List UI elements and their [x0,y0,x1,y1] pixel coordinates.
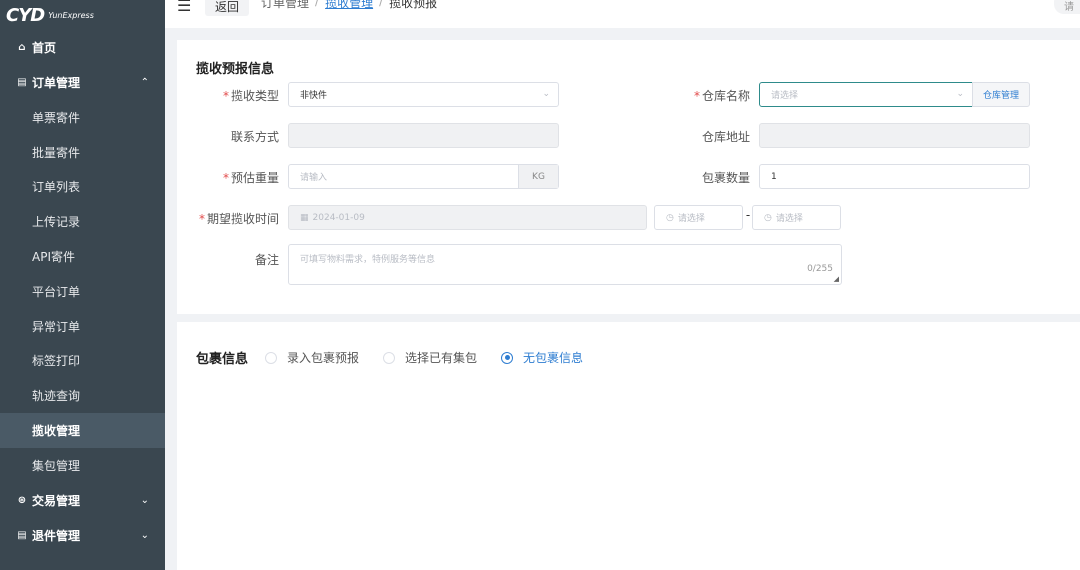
weight-input[interactable]: 请输入 KG [288,164,559,189]
menu-toggle-icon[interactable]: ☰ [177,0,197,15]
pickup-info-card: 揽收预报信息 * 揽收类型 非快件 ⌄ * 仓库名称 请选择 ⌄ 仓库管理 联系方式… [177,40,1080,314]
radio-label[interactable]: 选择已有集包 [405,349,477,366]
section-title: 包裹信息 [196,352,249,367]
chevron-up-icon: ⌃ [140,77,149,88]
sidebar-item-api-shipment[interactable]: API寄件 [0,239,165,274]
calendar-icon: ▦ [300,212,309,223]
radio-no-package[interactable] [501,351,514,364]
radio-select-existing[interactable] [383,351,396,364]
top-header: ☰ 返回 订单管理 / 揽收管理 / 揽收预报 请 [165,0,1080,28]
order-icon: ▤ [17,77,27,88]
chevron-down-icon: ⌄ [956,89,964,99]
weight-placeholder: 请输入 [300,173,328,183]
pickup-end-time[interactable]: ◷ 请选择 [752,205,841,230]
breadcrumb: 订单管理 / 揽收管理 / 揽收预报 [261,0,437,11]
nav-group-return-management[interactable]: ▤ 退件管理 ⌄ [0,518,165,553]
sidebar-item-exception-orders[interactable]: 异常订单 [0,309,165,344]
breadcrumb-link[interactable]: 揽收管理 [325,0,373,11]
warehouse-select[interactable]: 请选择 ⌄ [759,82,973,107]
radio-enter-forecast[interactable] [265,351,277,364]
sidebar-item-order-list[interactable]: 订单列表 [0,170,165,205]
nav-group-trade-management[interactable]: ⊛ 交易管理 ⌄ [0,483,165,518]
header-right-control[interactable]: 请 [1054,0,1080,14]
logo[interactable]: CYD YunExpress [0,0,165,30]
breadcrumb-current: 揽收预报 [389,0,438,10]
return-icon: ▤ [17,529,27,541]
pickup-start-time[interactable]: ◷ 请选择 [654,205,743,230]
warehouse-address-label: 仓库地址 [701,130,750,144]
pickup-date-picker[interactable]: ▦ 2024-01-09 [288,205,647,230]
pickup-type-value: 非快件 [300,91,328,101]
package-count-input[interactable]: 1 [759,164,1030,189]
remark-counter: 0/255 [807,264,833,274]
sidebar-item-label-printing[interactable]: 标签打印 [0,344,165,379]
warehouse-placeholder: 请选择 [771,91,799,101]
radio-label[interactable]: 无包裹信息 [523,349,583,366]
breadcrumb-separator: / [379,0,384,8]
warehouse-label: * 仓库名称 [693,89,750,103]
remark-placeholder: 可填写物料需求，特例服务等信息 [300,255,436,265]
sidebar: CYD YunExpress ⌂ 首页 ▤ 订单管理 ⌃ 单票寄件 批量寄件 订… [0,0,165,570]
sidebar-item-platform-orders[interactable]: 平台订单 [0,274,165,309]
resize-handle-icon[interactable]: ◢ [834,275,839,283]
home-icon: ⌂ [18,42,26,53]
nav-group-order-management[interactable]: ▤ 订单管理 ⌃ [0,65,165,100]
sidebar-item-consolidation[interactable]: 集包管理 [0,448,165,483]
breadcrumb-separator: / [315,0,320,8]
logo-text: YunExpress [48,10,94,20]
nav-group-label: 退件管理 [32,528,81,543]
back-button[interactable]: 返回 [205,0,250,16]
package-info-card: 包裹信息 录入包裹预报 选择已有集包 无包裹信息 [177,322,1080,570]
pickup-type-select[interactable]: 非快件 ⌄ [288,82,559,107]
pickup-type-label: * 揽收类型 [222,89,279,103]
chevron-down-icon: ⌄ [542,89,550,99]
pickup-time-label: * 期望揽收时间 [198,212,279,226]
nav-group-label: 订单管理 [32,76,81,90]
pickup-date-value: 2024-01-09 [312,212,365,223]
sidebar-item-batch-shipment[interactable]: 批量寄件 [0,135,165,170]
clock-icon: ◷ [666,212,674,223]
chevron-down-icon: ⌄ [140,529,149,541]
contact-field[interactable] [288,123,559,148]
package-option-group: 录入包裹预报 选择已有集包 无包裹信息 [265,349,607,366]
warehouse-manage-button[interactable]: 仓库管理 [972,82,1030,107]
nav-group-label: 首页 [32,41,57,55]
sidebar-item-pickup-management[interactable]: 揽收管理 [0,413,165,448]
radio-label[interactable]: 录入包裹预报 [287,349,359,366]
package-count-label: 包裹数量 [701,171,750,185]
warehouse-address-field[interactable] [759,123,1030,148]
chevron-down-icon: ⌄ [140,494,149,506]
weight-unit: KG [518,165,558,188]
package-count-value: 1 [771,171,777,182]
breadcrumb-item: 订单管理 [261,0,310,10]
sidebar-item-tracking[interactable]: 轨迹查询 [0,378,165,413]
contact-label: 联系方式 [230,130,279,144]
weight-label: * 预估重量 [222,171,279,185]
nav-group-home[interactable]: ⌂ 首页 [0,30,165,65]
remark-label: 备注 [254,253,279,267]
logo-mark: CYD [6,4,45,26]
section-title: 揽收预报信息 [196,62,275,77]
sidebar-item-single-shipment[interactable]: 单票寄件 [0,100,165,135]
sidebar-item-upload-records[interactable]: 上传记录 [0,204,165,239]
remark-textarea[interactable]: 可填写物料需求，特例服务等信息 0/255 ◢ [288,244,842,285]
nav-group-label: 交易管理 [32,493,81,508]
clock-icon: ◷ [764,212,772,223]
trade-icon: ⊛ [17,494,27,506]
